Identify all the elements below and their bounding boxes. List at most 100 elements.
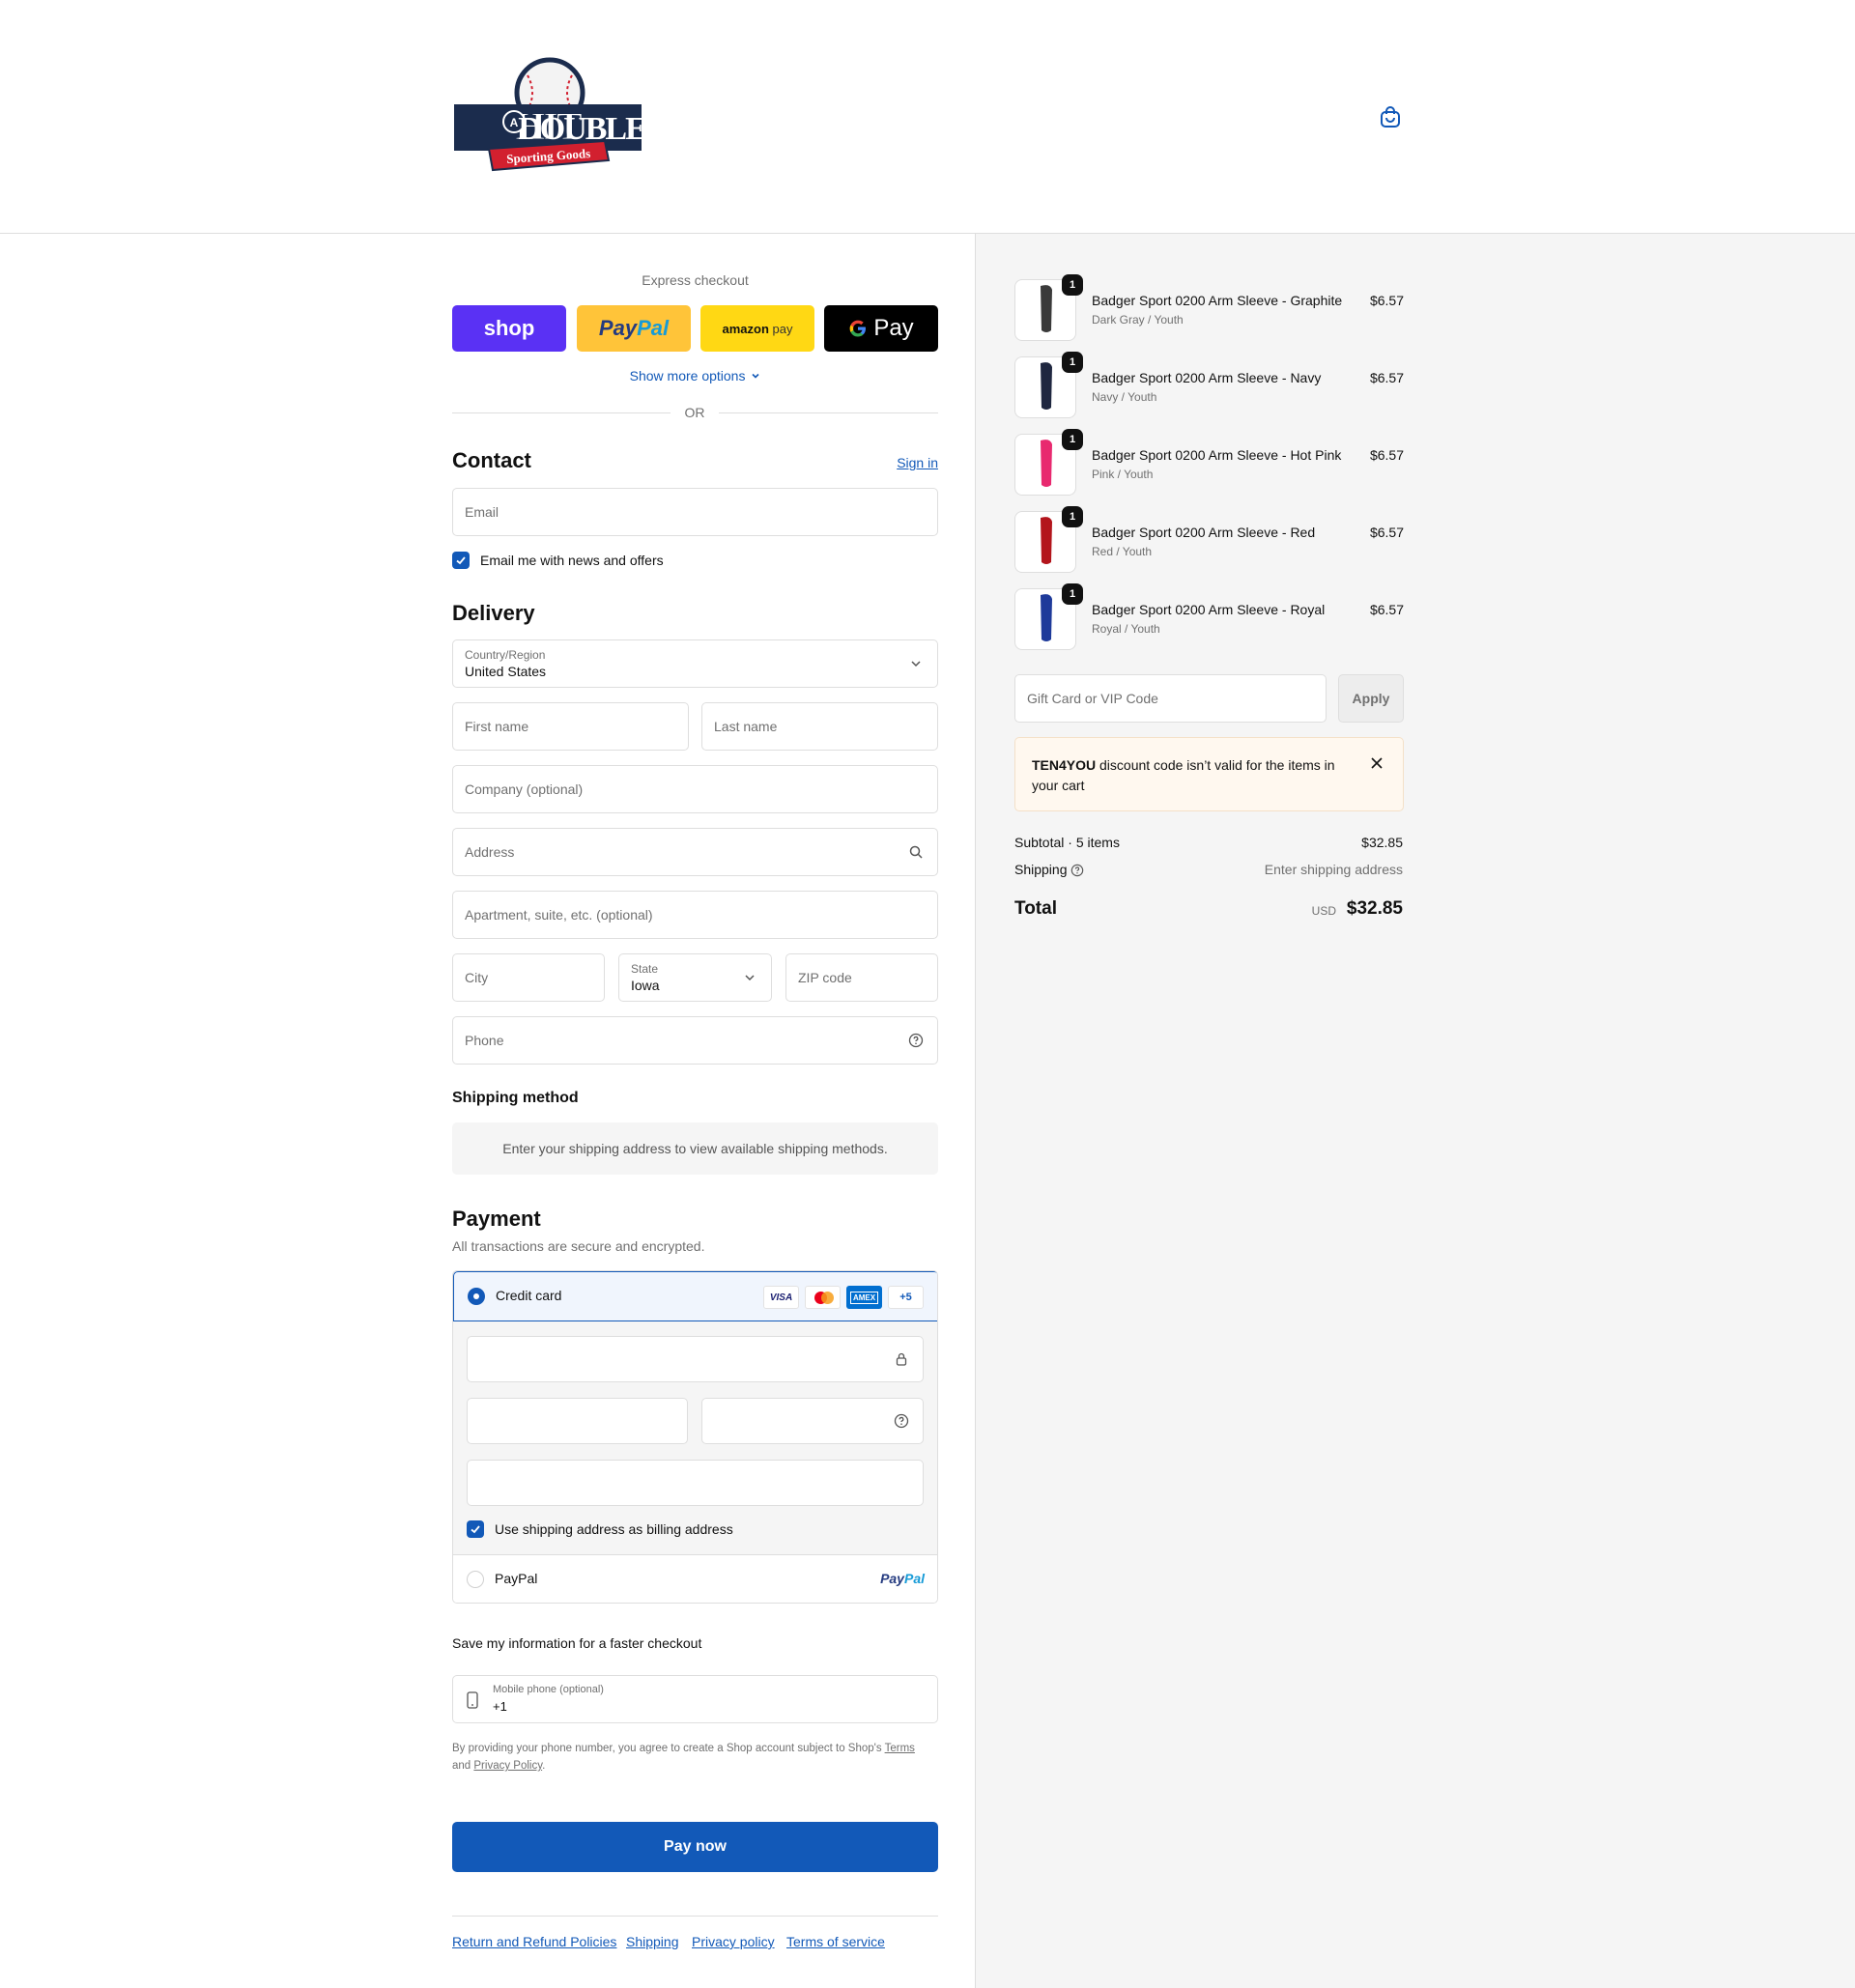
paypal-option[interactable]: PayPal PayPal bbox=[453, 1554, 937, 1603]
billing-address-checkbox[interactable] bbox=[467, 1520, 484, 1538]
item-name: Badger Sport 0200 Arm Sleeve - Royal bbox=[1092, 602, 1326, 617]
shopping-bag-icon[interactable] bbox=[1378, 104, 1403, 129]
privacy-policy-footer-link[interactable]: Privacy policy bbox=[692, 1934, 775, 1949]
svg-text:DOUBLE: DOUBLE bbox=[518, 111, 645, 147]
disclaimer-text-a: By providing your phone number, you agre… bbox=[452, 1743, 885, 1754]
paypal-express-button[interactable]: Pay Pal bbox=[577, 305, 691, 352]
cart-item: 1 Badger Sport 0200 Arm Sleeve - Navy Na… bbox=[1014, 352, 1404, 420]
first-name-field[interactable]: First name bbox=[452, 702, 689, 751]
radio-dot bbox=[473, 1293, 479, 1299]
total-value: $32.85 bbox=[1346, 898, 1403, 919]
subtotal-value: $32.85 bbox=[1361, 835, 1403, 850]
item-variant: Red / Youth bbox=[1092, 545, 1153, 558]
privacy-policy-link[interactable]: Privacy Policy bbox=[473, 1760, 542, 1772]
paypal-logo-pay: Pay bbox=[598, 316, 638, 340]
phone-field[interactable]: Phone bbox=[452, 1016, 938, 1065]
amazon-pay-button[interactable]: amazon pay bbox=[700, 305, 814, 352]
discount-msg-b: your cart bbox=[1032, 778, 1085, 793]
item-name: Badger Sport 0200 Arm Sleeve - Navy bbox=[1092, 370, 1322, 385]
cart-item: 1 Badger Sport 0200 Arm Sleeve - Red Red… bbox=[1014, 506, 1404, 575]
lock-icon bbox=[896, 1352, 907, 1366]
company-field[interactable]: Company (optional) bbox=[452, 765, 938, 813]
disclaimer-text-c: . bbox=[542, 1760, 546, 1772]
first-name-placeholder: First name bbox=[465, 719, 529, 734]
paypal-logo-pay: Pay bbox=[880, 1571, 904, 1586]
email-field[interactable]: Email bbox=[452, 488, 938, 536]
help-circle-icon[interactable] bbox=[908, 1033, 924, 1048]
payment-methods-box: Credit card VISA AMEX +5 Use shipping ad… bbox=[452, 1270, 938, 1604]
country-select[interactable]: Country/Region United States bbox=[452, 639, 938, 688]
more-cards-badge: +5 bbox=[888, 1286, 924, 1309]
credit-card-radio[interactable] bbox=[468, 1288, 485, 1305]
state-select[interactable]: State Iowa bbox=[618, 953, 772, 1002]
checkmark-icon bbox=[456, 556, 466, 565]
paypal-logo-pal: Pal bbox=[903, 1571, 925, 1586]
discount-msg-a: discount code isn’t valid for the items … bbox=[1096, 757, 1335, 773]
shipping-method-message: Enter your shipping address to view avai… bbox=[502, 1141, 888, 1156]
help-circle-icon[interactable] bbox=[894, 1413, 909, 1429]
zip-field[interactable]: ZIP code bbox=[785, 953, 938, 1002]
news-label: Email me with news and offers bbox=[480, 553, 664, 568]
paypal-logo-icon: PayPal bbox=[880, 1571, 925, 1586]
pay-now-button[interactable]: Pay now bbox=[452, 1822, 938, 1872]
shop-pay-button[interactable]: shop bbox=[452, 305, 566, 352]
apply-button[interactable]: Apply bbox=[1338, 674, 1404, 723]
credit-card-option[interactable]: Credit card VISA AMEX +5 bbox=[453, 1271, 937, 1321]
name-on-card-field[interactable] bbox=[467, 1460, 924, 1506]
mobile-phone-label: Mobile phone (optional) bbox=[493, 1684, 604, 1695]
contact-heading: Contact bbox=[452, 448, 531, 472]
city-field[interactable]: City bbox=[452, 953, 605, 1002]
checkmark-icon bbox=[471, 1525, 480, 1534]
svg-text:.com: .com bbox=[613, 155, 633, 165]
item-variant: Royal / Youth bbox=[1092, 622, 1160, 636]
mobile-phone-field[interactable]: Mobile phone (optional) +1 bbox=[452, 1675, 938, 1723]
security-code-field[interactable] bbox=[701, 1398, 924, 1444]
terms-of-service-link[interactable]: Terms of service bbox=[786, 1934, 885, 1949]
total-label: Total bbox=[1014, 898, 1057, 919]
state-value: Iowa bbox=[631, 978, 660, 993]
visa-icon: VISA bbox=[763, 1286, 799, 1309]
subtotal-label: Subtotal · 5 items bbox=[1014, 835, 1120, 850]
more-cards-label: +5 bbox=[899, 1292, 912, 1303]
shipping-policy-link[interactable]: Shipping bbox=[626, 1934, 679, 1949]
cart-item: 1 Badger Sport 0200 Arm Sleeve - Royal R… bbox=[1014, 583, 1404, 652]
close-icon[interactable] bbox=[1370, 756, 1384, 770]
search-icon bbox=[909, 845, 923, 859]
item-name: Badger Sport 0200 Arm Sleeve - Red bbox=[1092, 525, 1316, 540]
refund-policy-link[interactable]: Return and Refund Policies bbox=[452, 1934, 616, 1949]
address-field[interactable]: Address bbox=[452, 828, 938, 876]
apartment-field[interactable]: Apartment, suite, etc. (optional) bbox=[452, 891, 938, 939]
delivery-heading: Delivery bbox=[452, 601, 535, 625]
country-value: United States bbox=[465, 664, 547, 679]
discount-error-banner: TEN4YOU discount code isn’t valid for th… bbox=[1014, 737, 1404, 811]
footer-divider bbox=[452, 1916, 938, 1917]
card-number-field[interactable] bbox=[467, 1336, 924, 1382]
expiry-field[interactable] bbox=[467, 1398, 688, 1444]
amex-label: AMEX bbox=[849, 1291, 879, 1304]
discount-code: TEN4YOU bbox=[1032, 757, 1097, 773]
item-name: Badger Sport 0200 Arm Sleeve - Graphite bbox=[1092, 293, 1343, 308]
item-price: $6.57 bbox=[1369, 370, 1404, 385]
last-name-field[interactable]: Last name bbox=[701, 702, 938, 751]
gift-card-field[interactable]: Gift Card or VIP Code bbox=[1014, 674, 1327, 723]
sign-in-link[interactable]: Sign in bbox=[897, 455, 938, 470]
item-price: $6.57 bbox=[1369, 602, 1404, 617]
show-more-options[interactable]: Show more options bbox=[452, 368, 938, 383]
express-checkout-title: Express checkout bbox=[642, 272, 749, 288]
paypal-radio[interactable] bbox=[467, 1571, 484, 1588]
currency-code: USD bbox=[1311, 904, 1336, 918]
save-info-disclaimer: By providing your phone number, you agre… bbox=[452, 1740, 938, 1775]
item-price: $6.57 bbox=[1369, 447, 1404, 463]
order-summary: 1 Badger Sport 0200 Arm Sleeve - Graphit… bbox=[975, 234, 1855, 1988]
item-variant: Pink / Youth bbox=[1092, 468, 1154, 481]
terms-link[interactable]: Terms bbox=[885, 1743, 915, 1754]
hit-a-double-logo[interactable]: HIT A DOUBLE Sporting Goods .com bbox=[450, 56, 645, 172]
news-checkbox[interactable] bbox=[452, 552, 470, 569]
save-info-heading: Save my information for a faster checkou… bbox=[452, 1635, 702, 1651]
amazon-logo-text: amazon bbox=[722, 321, 769, 336]
payment-heading: Payment bbox=[452, 1207, 541, 1231]
disclaimer-text-b: and bbox=[452, 1760, 474, 1772]
help-circle-icon[interactable] bbox=[1070, 864, 1084, 877]
google-pay-button[interactable]: Pay bbox=[824, 305, 938, 352]
quantity-badge: 1 bbox=[1062, 429, 1083, 450]
